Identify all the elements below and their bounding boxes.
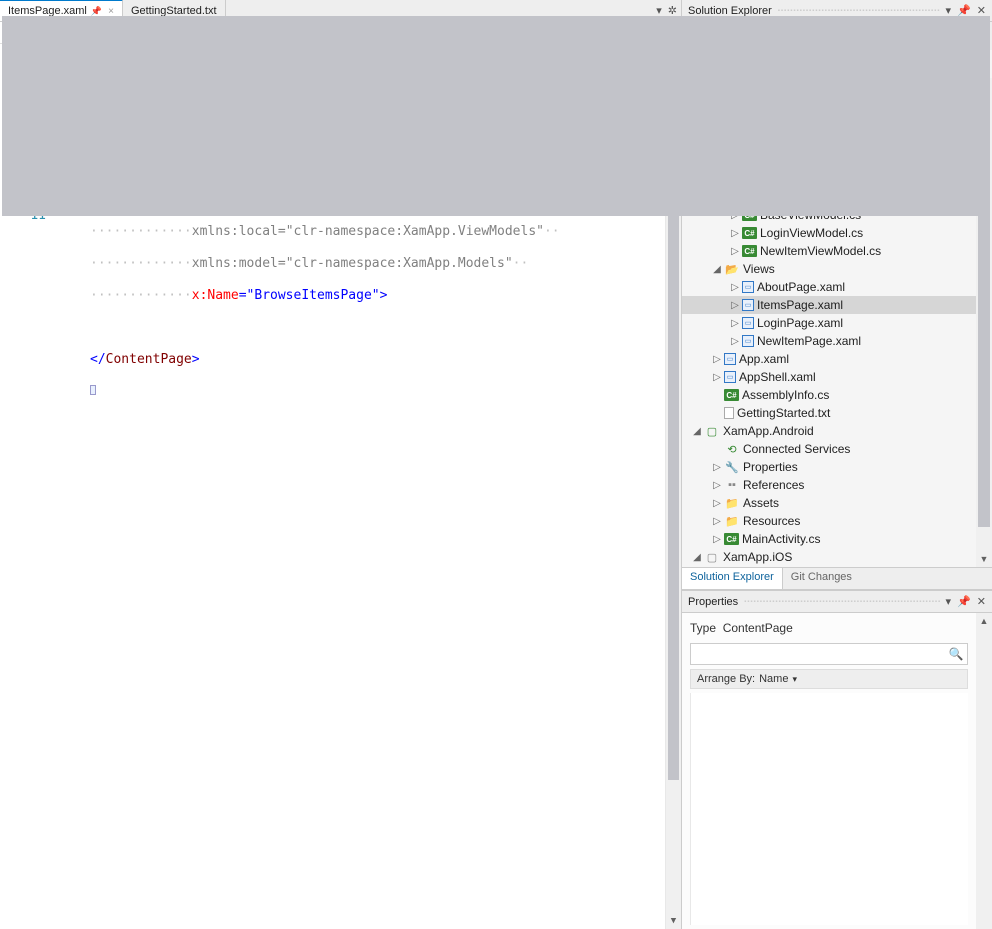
search-icon[interactable]: 🔍 xyxy=(945,647,967,661)
tree-project-android[interactable]: ◢▢XamApp.Android xyxy=(682,422,992,440)
pin-icon[interactable]: 📌 xyxy=(91,6,102,17)
properties-search[interactable]: 🔍 xyxy=(690,643,968,665)
tab-solution-explorer[interactable]: Solution Explorer xyxy=(682,567,783,589)
tree-folder-assets[interactable]: ▷📁Assets xyxy=(682,494,992,512)
tree-properties[interactable]: ▷🔧Properties xyxy=(682,458,992,476)
tree-file[interactable]: ▷▭NewItemPage.xaml xyxy=(682,332,992,350)
arrange-by[interactable]: Arrange By: Name ▾ xyxy=(690,669,968,689)
tree-file[interactable]: ▷C#LoginViewModel.cs xyxy=(682,224,992,242)
type-value: ContentPage xyxy=(723,621,793,635)
panel-title: Solution Explorer xyxy=(688,5,772,17)
tree-file[interactable]: ▷C#NewItemViewModel.cs xyxy=(682,242,992,260)
right-panel-tabs: Solution Explorer Git Changes xyxy=(682,567,992,589)
type-label: Type xyxy=(690,621,716,635)
properties-search-input[interactable] xyxy=(691,647,945,662)
tree-file[interactable]: ▷▭AppShell.xaml xyxy=(682,368,992,386)
tab-git-changes[interactable]: Git Changes xyxy=(783,568,860,589)
close-icon[interactable]: ✕ xyxy=(977,595,986,608)
tree-file[interactable]: ▷▭LoginPage.xaml xyxy=(682,314,992,332)
properties-header: Properties ▪▪▪▪▪▪▪▪▪▪▪▪▪▪▪▪▪▪▪▪▪▪▪▪▪▪▪▪▪… xyxy=(682,591,992,613)
panel-title: Properties xyxy=(688,596,738,608)
tree-folder-views[interactable]: ◢📂Views xyxy=(682,260,992,278)
tree-references[interactable]: ▷▪▪References xyxy=(682,476,992,494)
tree-file[interactable]: ▷▭App.xaml xyxy=(682,350,992,368)
tree-file[interactable]: ▷C#MainActivity.cs xyxy=(682,530,992,548)
properties-scrollbar[interactable]: ▲ xyxy=(976,613,992,929)
tree-file[interactable]: GettingStarted.txt xyxy=(682,404,992,422)
tree-file-itemspage[interactable]: ▷▭ItemsPage.xaml xyxy=(682,296,992,314)
pin-icon[interactable]: 📌 xyxy=(957,595,971,608)
close-icon[interactable]: × xyxy=(108,6,114,17)
properties-body: Type ContentPage 🔍 Arrange By: Name ▾ xyxy=(682,613,976,929)
properties-grid xyxy=(690,693,968,925)
chevron-down-icon: ▾ xyxy=(792,674,797,685)
tree-file[interactable]: ▷▭AboutPage.xaml xyxy=(682,278,992,296)
tree-folder-resources[interactable]: ▷📁Resources xyxy=(682,512,992,530)
tree-project-ios[interactable]: ◢▢XamApp.iOS xyxy=(682,548,992,566)
dropdown-icon[interactable]: ▾ xyxy=(946,595,952,608)
tree-connected-services[interactable]: ⟲Connected Services xyxy=(682,440,992,458)
tab-label: GettingStarted.txt xyxy=(131,5,217,17)
tree-file[interactable]: C#AssemblyInfo.cs xyxy=(682,386,992,404)
